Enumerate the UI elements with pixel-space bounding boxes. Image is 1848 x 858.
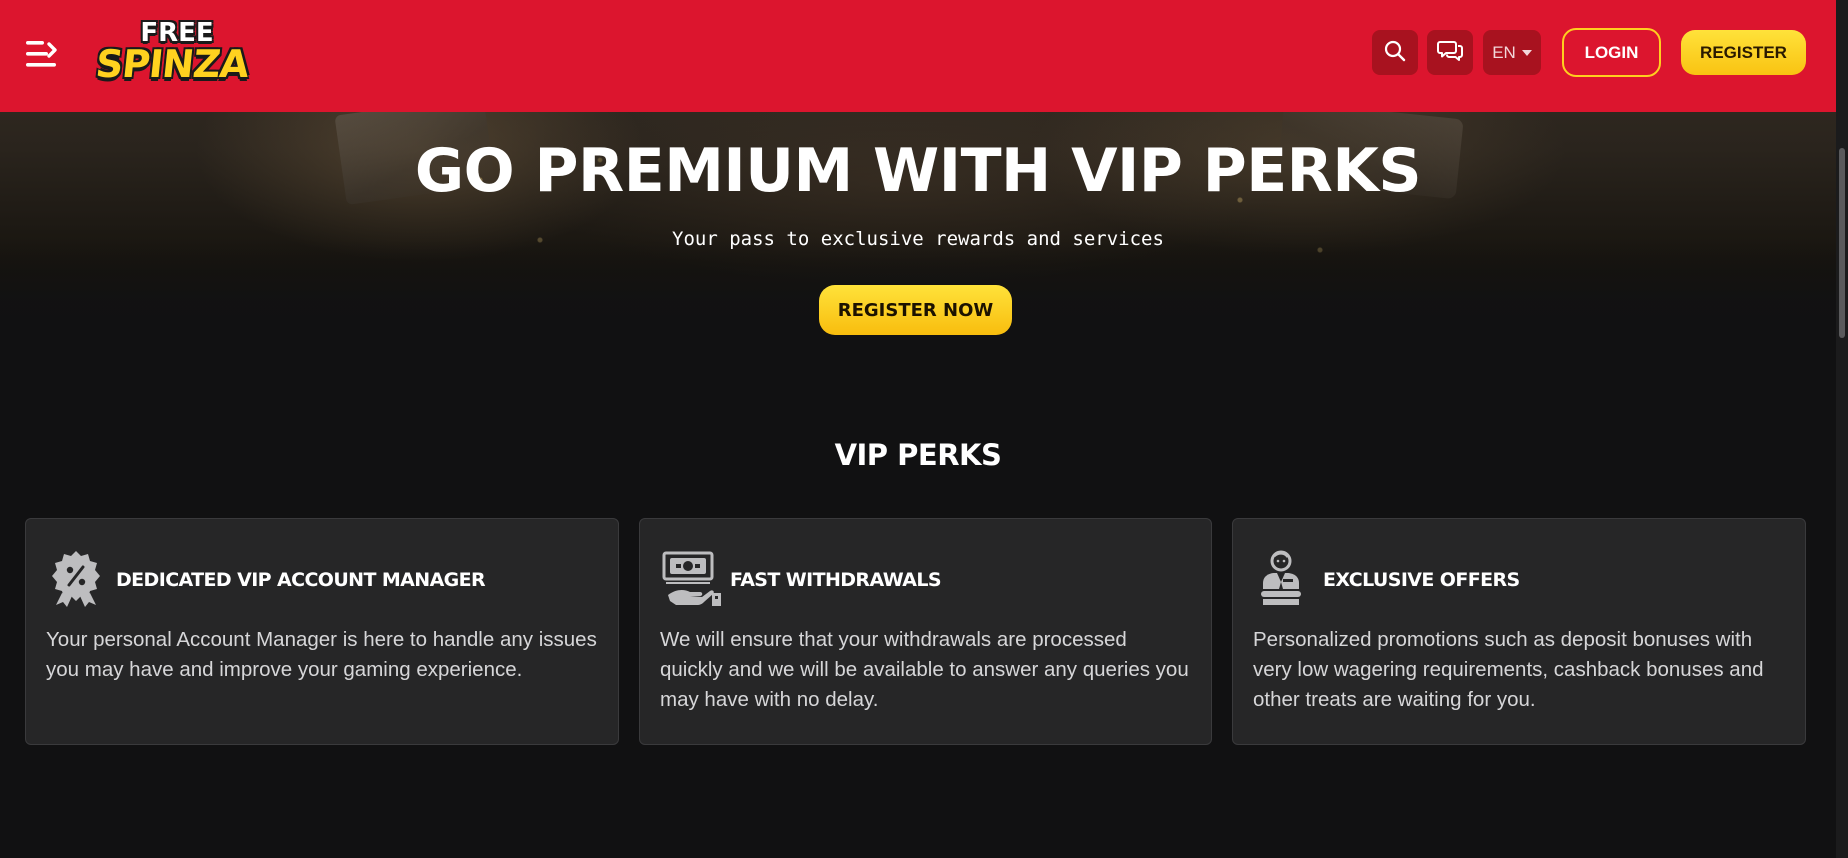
logo-spinza-text: SPINZA (93, 42, 251, 86)
vip-perks-title: VIP PERKS (834, 438, 1002, 472)
businessman-icon (1255, 549, 1311, 607)
page-scrollbar[interactable] (1836, 0, 1848, 858)
perk-title: EXCLUSIVE OFFERS (1323, 569, 1520, 591)
top-header: FREE SPINZA EN LOGIN REGISTER (0, 0, 1836, 112)
register-now-button[interactable]: REGISTER NOW (819, 285, 1012, 335)
freespinza-logo[interactable]: FREE SPINZA (93, 18, 251, 86)
hero-subtitle: Your pass to exclusive rewards and servi… (672, 228, 1164, 250)
percent-badge-icon (48, 549, 104, 607)
search-button[interactable] (1372, 30, 1418, 75)
perk-title: DEDICATED VIP ACCOUNT MANAGER (116, 569, 486, 591)
perk-description: Your personal Account Manager is here to… (46, 628, 597, 681)
register-button[interactable]: REGISTER (1681, 30, 1806, 75)
perk-card-account-manager: DEDICATED VIP ACCOUNT MANAGER Your perso… (25, 518, 619, 745)
language-selector[interactable]: EN (1483, 30, 1541, 75)
perk-card-exclusive-offers: EXCLUSIVE OFFERS Personalized promotions… (1232, 518, 1806, 745)
login-button[interactable]: LOGIN (1562, 28, 1661, 77)
caret-down-icon (1521, 49, 1532, 56)
chat-bubbles-icon (1437, 39, 1463, 67)
cash-hand-icon (662, 549, 721, 607)
language-value: EN (1492, 42, 1516, 62)
perk-title: FAST WITHDRAWALS (730, 569, 942, 591)
perk-description: We will ensure that your withdrawals are… (660, 628, 1189, 711)
search-icon (1384, 40, 1406, 66)
perk-card-fast-withdrawals: FAST WITHDRAWALS We will ensure that you… (639, 518, 1212, 745)
perk-description: Personalized promotions such as deposit … (1253, 628, 1764, 711)
scrollbar-thumb[interactable] (1839, 148, 1845, 338)
page: FREE SPINZA EN LOGIN REGISTER GO PREMIUM… (0, 0, 1848, 858)
live-chat-button[interactable] (1427, 30, 1473, 75)
hero-title: GO PREMIUM WITH VIP PERKS (414, 136, 1422, 206)
menu-toggle-icon[interactable] (24, 38, 62, 70)
